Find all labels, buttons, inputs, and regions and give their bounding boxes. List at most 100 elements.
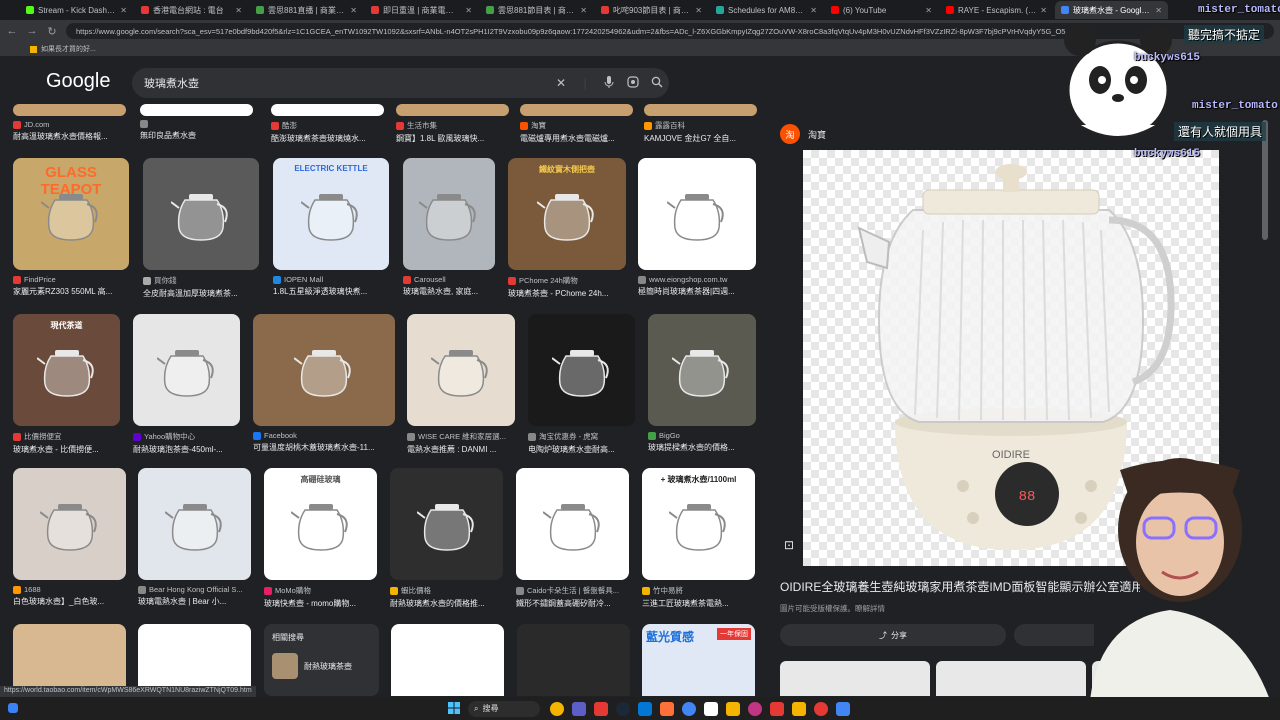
image-result[interactable]: 蝦比價格 耐熱玻璃煮水壺的價格推... [390,468,503,609]
result-thumbnail[interactable] [253,314,395,426]
result-source[interactable]: IOPEN Mall [273,275,389,284]
chrome-icon[interactable] [682,701,696,716]
result-source[interactable]: 淘寶 [520,120,633,131]
result-source[interactable]: Facebook [253,431,395,440]
result-source[interactable]: www.eiongshop.com.tw [638,275,756,284]
result-thumbnail[interactable]: ELECTRIC KETTLE [273,158,389,270]
result-caption[interactable]: 極簡時尚玻璃煮茶器|四週... [638,286,756,297]
search-box[interactable]: 玻璃煮水壺 ✕ | [132,68,669,98]
copyright-notice[interactable]: 圖片可能受版權保護。瞭解詳情 [780,603,885,614]
app-icon[interactable] [594,701,608,716]
result-caption[interactable]: 三進工匠玻璃煮茶電熱... [642,598,755,609]
image-result[interactable]: JD.com 耐高溫玻璃煮水壺價格報... [13,104,126,142]
image-result[interactable]: 現代茶道 比價撈便宜 玻璃煮水壺 - 比價撈便... [13,314,120,455]
result-thumbnail[interactable] [390,468,503,580]
tab-close-icon[interactable]: ✕ [695,6,702,15]
browser-tab[interactable]: Stream - Kick Dashboard ✕ [20,1,133,19]
result-caption[interactable]: 全皮耐高溫加厚玻璃煮茶... [143,288,259,299]
search-input[interactable]: 玻璃煮水壺 [144,75,549,91]
result-thumbnail[interactable] [520,104,633,116]
image-result[interactable]: 淘寶電磁爐專用煮水壺電磁爐... [520,104,633,144]
result-caption[interactable]: 白色玻璃水壺】_白色玻... [13,596,126,607]
image-result[interactable]: 無印良品煮水壺 [140,104,253,141]
result-caption[interactable]: 電磁爐專用煮水壺電磁爐... [520,133,633,144]
tab-close-icon[interactable]: ✕ [810,6,817,15]
image-result[interactable]: Bear Hong Kong Official S... 玻璃電熱水壺 | Bea… [138,468,251,607]
result-thumbnail[interactable] [133,314,240,426]
result-source[interactable]: PChome 24h購物 [508,275,626,286]
image-result[interactable] [517,624,630,696]
result-source[interactable]: 淘宝优惠券 - 虎窝 [528,431,635,442]
result-thumbnail[interactable] [516,468,629,580]
panel-source[interactable]: 淘 淘寶 [780,124,826,144]
lens-icon[interactable] [621,75,645,91]
tab-close-icon[interactable]: ✕ [350,6,357,15]
result-caption[interactable]: 玻璃電熱水壺 | Bear 小... [138,596,251,607]
forward-icon[interactable]: → [26,25,38,37]
tab-close-icon[interactable]: ✕ [235,6,242,15]
image-result[interactable]: 藍光質感 一年保固 [642,624,755,696]
result-source[interactable]: 竹中易將 [642,585,755,596]
reload-icon[interactable]: ↻ [46,25,58,38]
result-caption[interactable]: 耐高溫玻璃煮水壺價格報... [13,131,126,142]
image-result[interactable]: Facebook 可量溫度胡桃木蓋玻璃煮水壺-11... [253,314,395,453]
app-icon[interactable] [792,701,806,716]
tab-close-icon[interactable]: ✕ [120,6,127,15]
image-result[interactable]: 鐵紋實木側把壺 PChome 24h購物 玻璃煮茶壺 - PChome 24h... [508,158,626,299]
app-icon[interactable] [704,701,718,716]
image-result[interactable]: Carousell 玻璃電熱水壺, 家庭... [403,158,495,297]
tab-close-icon[interactable]: ✕ [925,6,932,15]
image-result[interactable]: 生活市集 鋼寶】1.8L 歐風玻璃快... [396,104,509,144]
result-caption[interactable]: 玻璃煮水壺 - 比價撈便... [13,444,120,455]
result-source[interactable]: 露露百科 [644,120,757,131]
result-thumbnail[interactable] [638,158,756,270]
result-thumbnail[interactable] [407,314,515,426]
result-thumbnail[interactable] [143,158,259,270]
result-source[interactable]: Yahoo購物中心 [133,431,240,442]
result-thumbnail[interactable]: 現代茶道 [13,314,120,426]
result-thumbnail[interactable] [517,624,630,696]
result-caption[interactable]: 玻璃電熱水壺, 家庭... [403,286,495,297]
result-source[interactable]: FindPrice [13,275,129,284]
result-thumbnail[interactable]: 鐵紋實木側把壺 [508,158,626,270]
share-button[interactable]: ⤴ 分享 [780,624,1006,646]
image-result[interactable]: BigGo 玻璃提樑煮水壺的價格... [648,314,756,453]
result-source[interactable]: 買你錢 [143,275,259,286]
image-result[interactable]: Caido卡朵生活 | 餐盤餐具... 鐵形不鏽鋼蓋高硼矽耐冷... [516,468,629,609]
related-item[interactable]: 耐熱玻璃茶壺 [272,653,371,679]
result-source[interactable]: Carousell [403,275,495,284]
result-source[interactable]: 1688 [13,585,126,594]
result-thumbnail[interactable]: 高硼硅玻璃 [264,468,377,580]
tab-close-icon[interactable]: ✕ [465,6,472,15]
app-icon[interactable] [770,701,784,716]
result-source[interactable]: JD.com [13,120,126,129]
result-caption[interactable]: 鐵形不鏽鋼蓋高硼矽耐冷... [516,598,629,609]
result-caption[interactable]: 電熱水壺推薦 : DANMI ... [407,444,515,455]
result-source[interactable]: MoMo購物 [264,585,377,596]
result-source[interactable]: 蝦比價格 [390,585,503,596]
bookmark-item[interactable]: 如果長才買的好... [41,44,96,54]
result-source[interactable]: 酷澎 [271,120,384,131]
result-thumbnail[interactable] [13,468,126,580]
image-result[interactable]: 露露百科 KAMJOVE 金灶G7 全自... [644,104,757,144]
result-thumbnail[interactable] [271,104,384,116]
related-thumbnail[interactable] [936,661,1086,696]
result-caption[interactable]: 可量溫度胡桃木蓋玻璃煮水壺-11... [253,442,395,453]
result-caption[interactable]: 無印良品煮水壺 [140,130,253,141]
image-result[interactable]: 酷澎 酷澎玻璃煮茶壺玻璃燒水... [271,104,384,144]
start-icon[interactable] [448,701,460,716]
teams-icon[interactable] [572,701,586,716]
image-result[interactable] [391,624,504,696]
image-result[interactable]: ELECTRIC KETTLE IOPEN Mall 1.8L五星級淨透玻璃快煮..… [273,158,389,297]
result-caption[interactable]: 耐熱玻璃泡茶壺-450ml-... [133,444,240,455]
image-search-icon[interactable]: ⊡ [784,538,794,552]
result-caption[interactable]: 鋼寶】1.8L 歐風玻璃快... [396,133,509,144]
image-result[interactable]: 買你錢全皮耐高溫加厚玻璃煮茶... [143,158,259,299]
result-source[interactable]: Caido卡朵生活 | 餐盤餐具... [516,585,629,596]
result-thumbnail[interactable] [644,104,757,116]
browser-tab[interactable]: 雲思881節目表 | 商業電台 881 ✕ [480,1,593,19]
chrome-icon[interactable] [836,701,850,716]
result-caption[interactable]: 玻璃快煮壺 - momo購物... [264,598,377,609]
image-result[interactable]: 高硼硅玻璃 MoMo購物 玻璃快煮壺 - momo購物... [264,468,377,609]
result-source[interactable]: BigGo [648,431,756,440]
